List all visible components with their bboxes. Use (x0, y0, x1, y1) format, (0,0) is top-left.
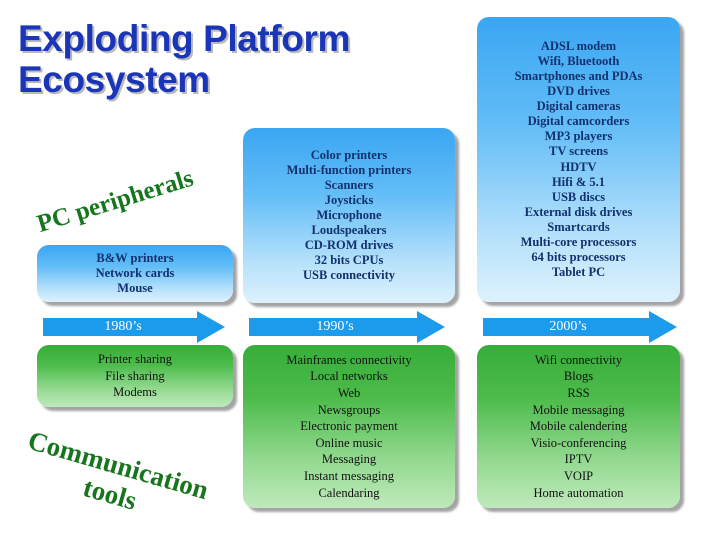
category-label-communication-tools: Communication tools (24, 425, 212, 516)
peripherals-box-1990s-text: Color printers Multi-function printers S… (286, 147, 412, 283)
peripherals-box-2000s: ADSL modem Wifi, Bluetooth Smartphones a… (477, 17, 680, 302)
arrow-head-icon (649, 311, 677, 343)
peripherals-box-1980s-text: B&W printers Network cards Mouse (95, 250, 175, 296)
slide-canvas: Exploding Platform Ecosystem PC peripher… (0, 0, 720, 540)
page-title: Exploding Platform Ecosystem (18, 18, 350, 100)
decade-arrow-1980s-label: 1980’s (104, 318, 142, 334)
peripherals-box-2000s-text: ADSL modem Wifi, Bluetooth Smartphones a… (514, 38, 643, 280)
communication-box-1980s: Printer sharing File sharing Modems (37, 345, 233, 407)
communication-box-1990s: Mainframes connectivity Local networks W… (243, 345, 455, 508)
decade-arrow-1990s: 1990’s (249, 311, 445, 343)
peripherals-box-1990s: Color printers Multi-function printers S… (243, 128, 455, 303)
decade-arrow-2000s-label: 2000’s (549, 318, 587, 334)
communication-box-2000s-text: Wifi connectivity Blogs RSS Mobile messa… (529, 352, 628, 500)
communication-box-1980s-text: Printer sharing File sharing Modems (98, 352, 172, 400)
category-label-pc-peripherals: PC peripherals (34, 164, 197, 238)
decade-arrow-1990s-label: 1990’s (316, 318, 354, 334)
communication-box-2000s: Wifi connectivity Blogs RSS Mobile messa… (477, 345, 680, 508)
decade-arrow-2000s: 2000’s (483, 311, 677, 343)
arrow-head-icon (197, 311, 225, 343)
peripherals-box-1980s: B&W printers Network cards Mouse (37, 245, 233, 302)
arrow-head-icon (417, 311, 445, 343)
communication-box-1990s-text: Mainframes connectivity Local networks W… (286, 352, 412, 500)
decade-arrow-1980s: 1980’s (43, 311, 225, 343)
